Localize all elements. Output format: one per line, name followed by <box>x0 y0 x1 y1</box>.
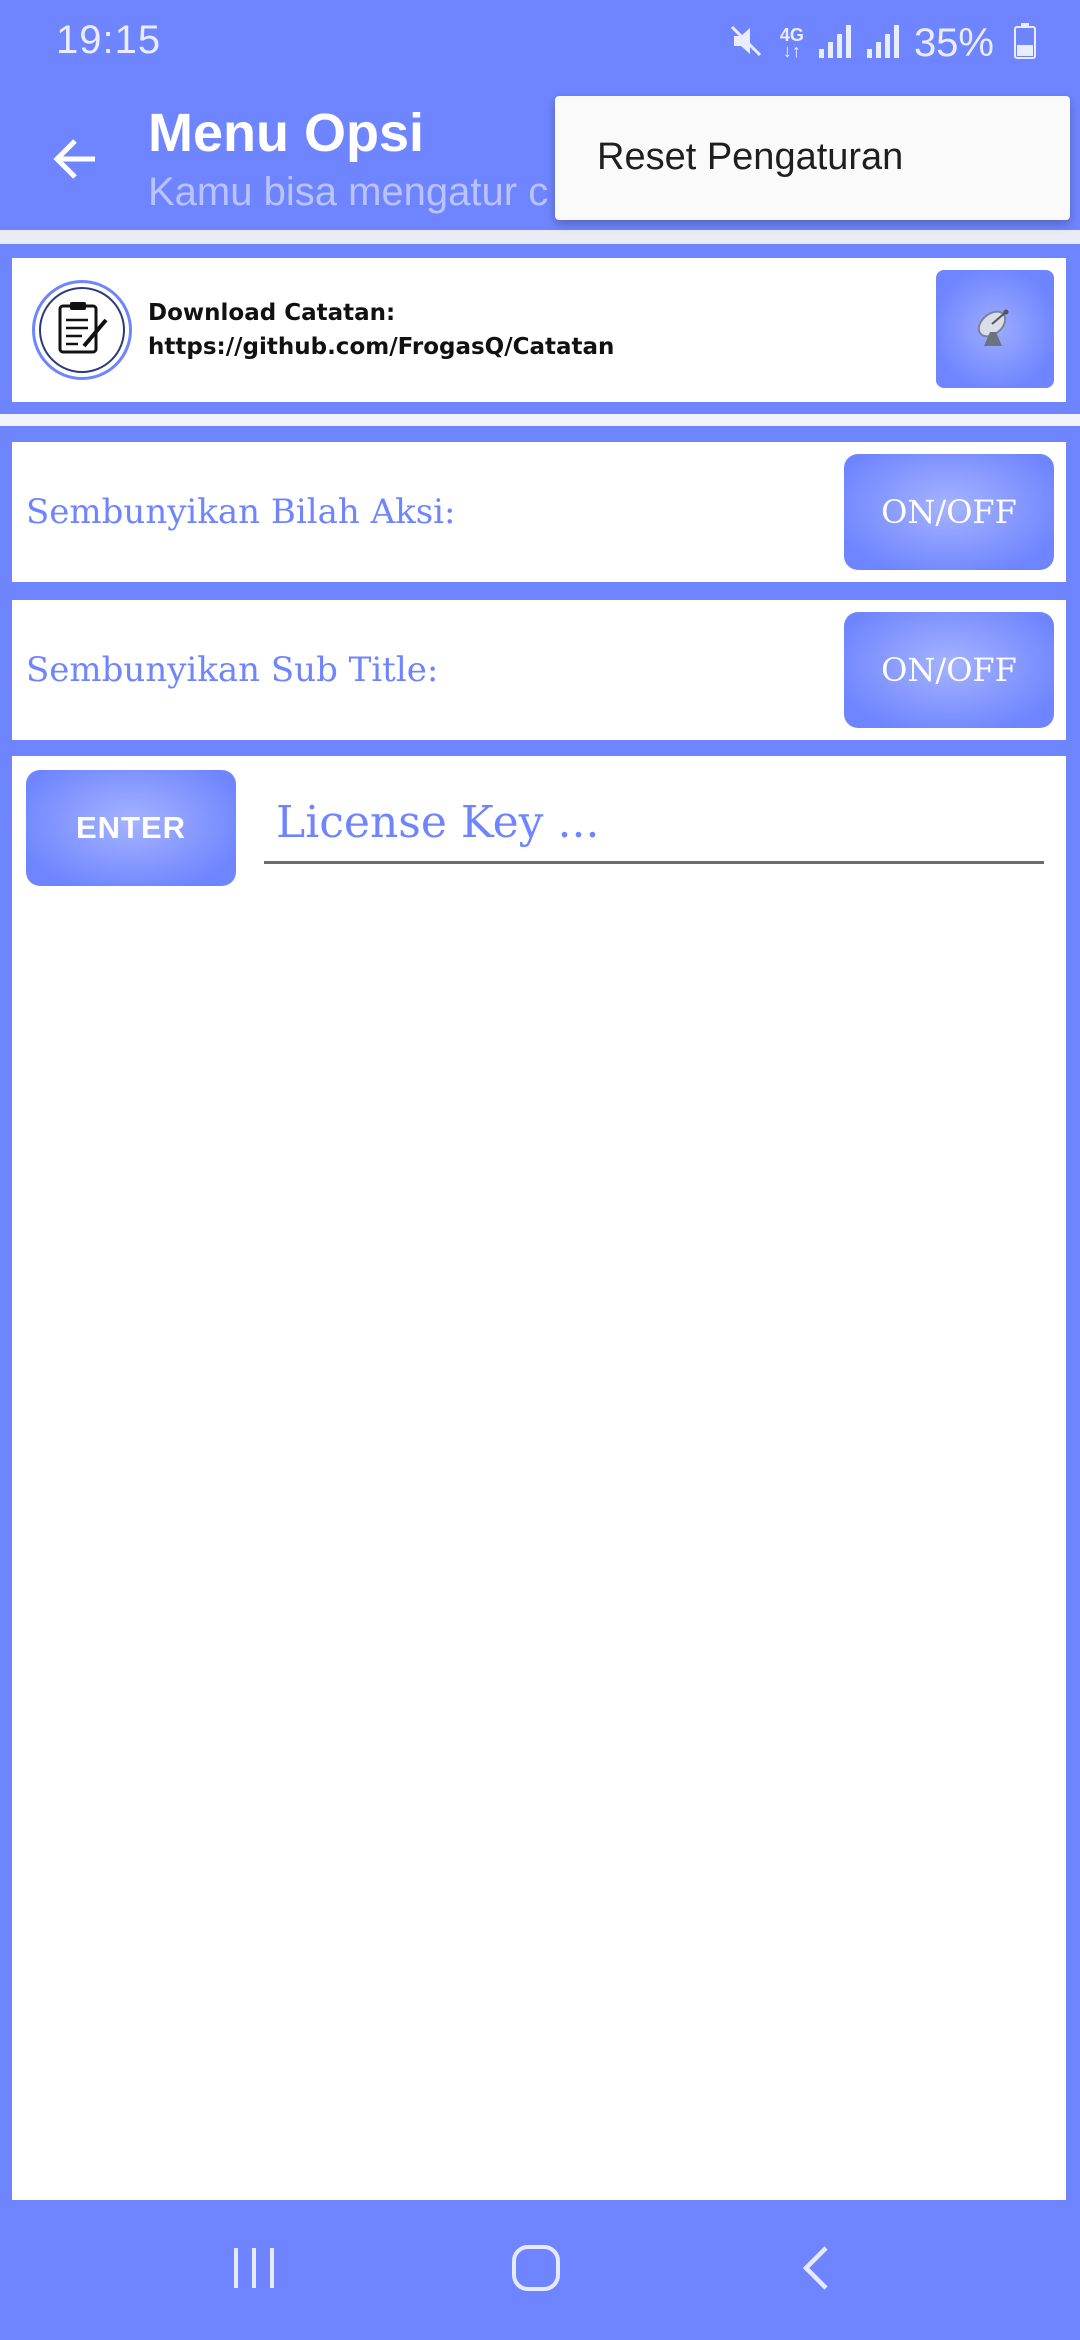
setting-row-hide-subtitle: Sembunyikan Sub Title: ON/OFF <box>12 600 1066 740</box>
status-icons: 4G ↓↑ 35% <box>726 18 1036 68</box>
mute-icon <box>726 21 766 66</box>
enter-button[interactable]: ENTER <box>26 770 236 886</box>
battery-percentage: 35% <box>913 20 994 65</box>
status-bar: 19:15 4G ↓↑ 35% <box>0 0 1080 88</box>
battery-icon <box>1014 22 1036 64</box>
setting-label: Sembunyikan Sub Title: <box>26 650 439 690</box>
back-button[interactable] <box>40 126 110 196</box>
setting-row-hide-action-bar: Sembunyikan Bilah Aksi: ON/OFF <box>12 442 1066 582</box>
setting-label: Sembunyikan Bilah Aksi: <box>26 492 456 532</box>
toggle-hide-subtitle-button[interactable]: ON/OFF <box>844 612 1054 728</box>
toggle-hide-action-bar-button[interactable]: ON/OFF <box>844 454 1054 570</box>
home-button[interactable] <box>496 2240 576 2300</box>
menu-item-reset-settings[interactable]: Reset Pengaturan <box>597 136 903 179</box>
download-button[interactable] <box>936 270 1054 388</box>
clipboard-pen-icon <box>54 298 110 363</box>
nav-back-button[interactable] <box>776 2240 856 2300</box>
download-card: Download Catatan: https://github.com/Fro… <box>12 258 1066 402</box>
license-key-input[interactable] <box>264 790 1044 864</box>
satellite-dish-icon <box>972 304 1018 355</box>
network-4g-icon: 4G ↓↑ <box>779 25 804 61</box>
action-bar-shadow <box>0 230 1080 244</box>
signal-icon <box>818 23 852 64</box>
app-logo <box>32 280 132 380</box>
network-type: 4G <box>779 25 804 45</box>
recents-icon <box>231 2246 277 2295</box>
overflow-popup-menu: Reset Pengaturan <box>555 96 1070 220</box>
download-info: Download Catatan: https://github.com/Fro… <box>148 296 614 364</box>
status-time: 19:15 <box>56 18 162 62</box>
page-subtitle: Kamu bisa mengatur c <box>148 170 549 214</box>
license-card: ENTER <box>12 756 1066 2200</box>
download-url: https://github.com/FrogasQ/Catatan <box>148 334 615 360</box>
arrow-left-icon <box>51 135 99 188</box>
page-title: Menu Opsi <box>148 103 425 163</box>
system-nav-bar <box>0 2200 1080 2340</box>
download-title: Download Catatan: <box>148 300 396 326</box>
home-icon <box>510 2243 562 2298</box>
signal-icon <box>866 23 900 64</box>
back-icon <box>798 2244 834 2297</box>
recents-button[interactable] <box>214 2240 294 2300</box>
section-divider <box>0 414 1080 426</box>
